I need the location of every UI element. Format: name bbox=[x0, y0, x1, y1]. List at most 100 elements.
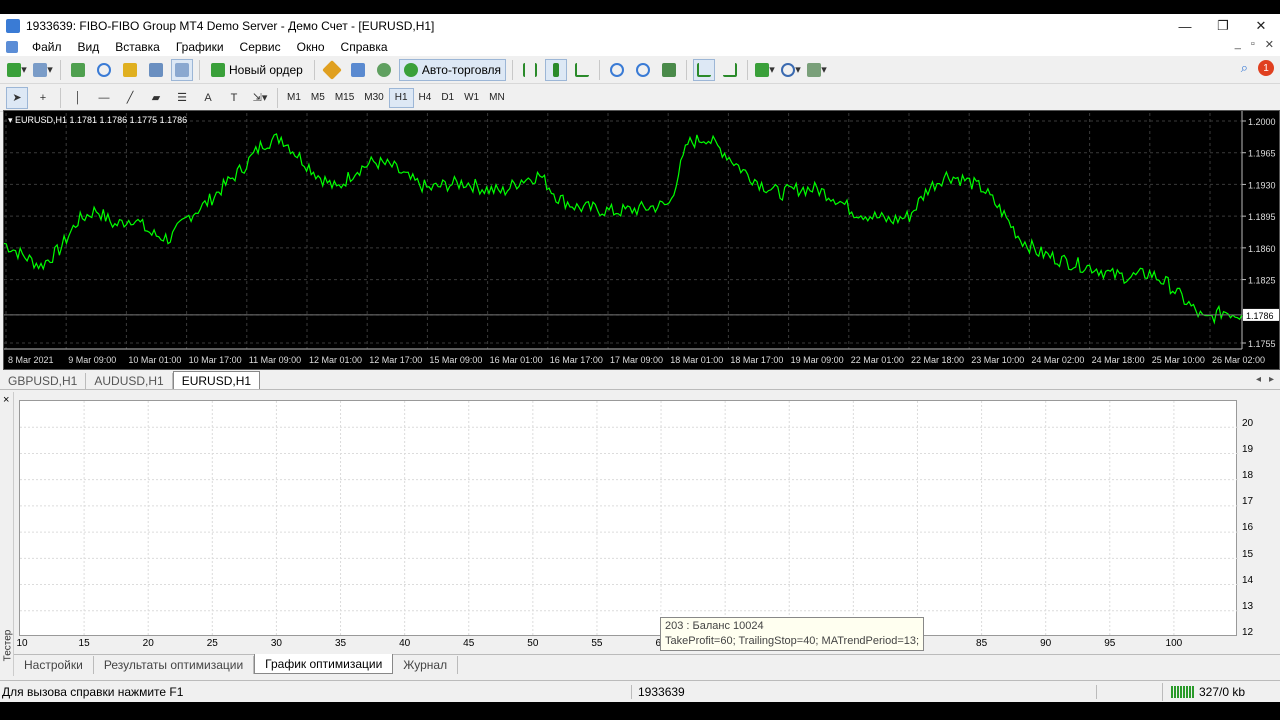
tab-journal[interactable]: Журнал bbox=[393, 656, 459, 674]
tester-tabs: Настройки Результаты оптимизации График … bbox=[14, 654, 1280, 674]
time-label: 24 Mar 02:00 bbox=[1031, 355, 1084, 365]
crosshair-icon[interactable]: + bbox=[32, 87, 54, 109]
notification-badge[interactable]: 1 bbox=[1258, 60, 1274, 76]
tab-optimization-graph[interactable]: График оптимизации bbox=[254, 654, 394, 674]
tile-windows-icon[interactable] bbox=[658, 59, 680, 81]
timeframe-m5[interactable]: M5 bbox=[306, 88, 330, 108]
connection-bars-icon bbox=[1171, 685, 1195, 698]
menu-tools[interactable]: Сервис bbox=[232, 40, 289, 54]
text-icon[interactable]: A bbox=[197, 87, 219, 109]
new-order-icon bbox=[211, 62, 225, 77]
optimization-heatmap[interactable] bbox=[19, 400, 1238, 637]
metaeditor-icon[interactable] bbox=[321, 59, 343, 81]
heatmap-y-tick: 15 bbox=[1242, 548, 1254, 560]
time-label: 16 Mar 01:00 bbox=[490, 355, 543, 365]
tab-settings[interactable]: Настройки bbox=[14, 656, 94, 674]
title-bar: 1933639: FIBO-FIBO Group MT4 Demo Server… bbox=[0, 14, 1280, 38]
new-order-label: Новый ордер bbox=[229, 62, 303, 77]
timeframe-h4[interactable]: H4 bbox=[414, 88, 437, 108]
heatmap-x-tick: 50 bbox=[527, 638, 539, 649]
menu-window[interactable]: Окно bbox=[289, 40, 333, 54]
time-label: 19 Mar 09:00 bbox=[791, 355, 844, 365]
trendline-icon[interactable]: ╱ bbox=[119, 87, 141, 109]
tabs-scroll-right-icon[interactable]: ▸ bbox=[1269, 374, 1274, 385]
zoom-out-icon[interactable] bbox=[632, 59, 654, 81]
tab-gbpusd[interactable]: GBPUSD,H1 bbox=[0, 373, 87, 389]
chart-window-icon[interactable] bbox=[6, 41, 18, 53]
tabs-scroll-left-icon[interactable]: ◂ bbox=[1256, 374, 1261, 385]
mdi-minimize-icon[interactable]: _ bbox=[1235, 38, 1241, 51]
strategy-tester-icon[interactable] bbox=[171, 58, 193, 81]
profiles-button[interactable]: ▾ bbox=[32, 59, 54, 81]
timeframe-m30[interactable]: M30 bbox=[359, 88, 388, 108]
heatmap-y-tick: 18 bbox=[1242, 470, 1254, 482]
data-window-icon[interactable] bbox=[93, 59, 115, 81]
terminal-icon[interactable] bbox=[145, 59, 167, 81]
menu-help[interactable]: Справка bbox=[333, 40, 396, 54]
heatmap-x-tick: 85 bbox=[976, 638, 988, 649]
signals-icon[interactable] bbox=[373, 59, 395, 81]
tester-side-strip: × Тестер bbox=[0, 392, 14, 676]
time-label: 18 Mar 01:00 bbox=[670, 355, 723, 365]
auto-scroll-icon[interactable] bbox=[693, 58, 716, 81]
arrows-icon[interactable]: ⇲▾ bbox=[249, 87, 271, 109]
status-empty-cell bbox=[1097, 682, 1163, 701]
status-traffic-value: 327/0 kb bbox=[1199, 684, 1246, 699]
bar-chart-icon[interactable] bbox=[519, 59, 541, 81]
market-watch-icon[interactable] bbox=[67, 59, 89, 81]
heatmap-x-tick: 20 bbox=[142, 638, 154, 649]
timeframe-d1[interactable]: D1 bbox=[436, 88, 459, 108]
community-icon[interactable] bbox=[347, 59, 369, 81]
timeframe-mn[interactable]: MN bbox=[484, 88, 510, 108]
time-label: 12 Mar 01:00 bbox=[309, 355, 362, 365]
line-studies-toolbar: ➤ + │ — ╱ ▰ ☰ A T ⇲▾ M1 M5 M15 M30 H1 H4… bbox=[0, 84, 1280, 112]
menu-file[interactable]: Файл bbox=[24, 40, 70, 54]
chart-shift-icon[interactable] bbox=[719, 59, 741, 81]
fibonacci-icon[interactable]: ☰ bbox=[171, 87, 193, 109]
close-button[interactable]: ✕ bbox=[1242, 14, 1280, 38]
heatmap-y-tick: 14 bbox=[1242, 574, 1254, 586]
line-chart-icon[interactable] bbox=[571, 59, 593, 81]
timeframe-h1[interactable]: H1 bbox=[388, 87, 414, 108]
horizontal-line-icon[interactable]: — bbox=[93, 87, 115, 109]
heatmap-x-tick: 90 bbox=[1040, 638, 1052, 649]
menu-insert[interactable]: Вставка bbox=[107, 40, 168, 54]
new-order-button[interactable]: Новый ордер bbox=[206, 59, 308, 81]
time-label: 11 Mar 09:00 bbox=[249, 355, 301, 365]
menu-view[interactable]: Вид bbox=[70, 40, 108, 54]
menu-charts[interactable]: Графики bbox=[168, 40, 232, 54]
text-label-icon[interactable]: T bbox=[223, 87, 245, 109]
maximize-button[interactable]: ❐ bbox=[1204, 14, 1242, 38]
new-chart-button[interactable]: ▾ bbox=[6, 59, 28, 81]
indicators-icon[interactable]: ▾ bbox=[754, 59, 776, 81]
mdi-restore-icon[interactable]: ▫ bbox=[1251, 38, 1255, 51]
candlestick-icon[interactable] bbox=[545, 58, 568, 81]
auto-trading-button[interactable]: Авто-торговля bbox=[398, 58, 507, 81]
heatmap-y-tick: 20 bbox=[1242, 417, 1254, 429]
heatmap-x-tick: 15 bbox=[78, 638, 90, 649]
timeframe-w1[interactable]: W1 bbox=[459, 88, 484, 108]
search-icon[interactable]: ⌕ bbox=[1241, 60, 1248, 76]
templates-icon[interactable]: ▾ bbox=[806, 59, 828, 81]
price-chart[interactable]: 1.2000 1.1965 1.1930 1.1895 1.1860 1.1825 1.17… bbox=[3, 110, 1280, 370]
zoom-in-icon[interactable] bbox=[606, 59, 628, 81]
timeframe-m15[interactable]: M15 bbox=[330, 88, 359, 108]
tester-close-icon[interactable]: × bbox=[3, 394, 9, 406]
tab-eurusd[interactable]: EURUSD,H1 bbox=[172, 371, 261, 389]
time-label: 8 Mar 2021 bbox=[8, 355, 54, 365]
navigator-icon[interactable] bbox=[119, 59, 141, 81]
tab-optimization-results[interactable]: Результаты оптимизации bbox=[94, 656, 255, 674]
tab-audusd[interactable]: AUDUSD,H1 bbox=[86, 373, 173, 389]
minimize-button[interactable]: — bbox=[1166, 14, 1204, 38]
mdi-close-icon[interactable]: ✕ bbox=[1265, 38, 1274, 51]
cursor-icon[interactable]: ➤ bbox=[6, 86, 28, 109]
vertical-line-icon[interactable]: │ bbox=[67, 87, 89, 109]
menu-bar: Файл Вид Вставка Графики Сервис Окно Спр… bbox=[0, 38, 1280, 56]
equidistant-channel-icon[interactable]: ▰ bbox=[145, 87, 167, 109]
tester-label: Тестер bbox=[2, 629, 14, 662]
status-account: 1933639 bbox=[632, 684, 1097, 699]
timeframe-m1[interactable]: M1 bbox=[282, 88, 306, 108]
time-label: 22 Mar 01:00 bbox=[851, 355, 904, 365]
status-bar: Для вызова справки нажмите F1 1933639 32… bbox=[0, 680, 1280, 702]
periods-icon[interactable]: ▾ bbox=[780, 59, 802, 81]
